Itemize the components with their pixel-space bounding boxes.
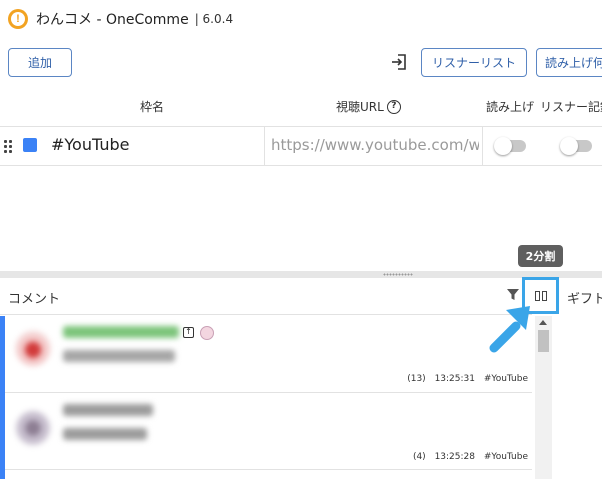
read-aloud-toggle[interactable] — [494, 137, 526, 155]
add-button[interactable]: 追加 — [8, 48, 72, 77]
column-header-read-aloud: 読み上げ — [486, 100, 535, 114]
comment-item[interactable]: (4) 13:25:28 #YouTube — [5, 394, 532, 468]
app-title: わんコメ - OneComme — [36, 12, 189, 28]
login-icon[interactable] — [389, 51, 409, 73]
app-logo-icon: ! — [8, 9, 28, 29]
column-header-listener-record: リスナー記録 — [540, 100, 602, 114]
comment-scrollbar[interactable] — [535, 316, 552, 479]
help-icon[interactable]: ? — [386, 99, 401, 114]
watch-url-label: 視聴URL — [336, 100, 384, 114]
row-divider — [0, 165, 602, 166]
comment-count: (13) — [407, 374, 426, 384]
gift-panel-title: ギフト — [567, 292, 602, 307]
comment-meta: (13) 13:25:31 #YouTube — [401, 374, 528, 384]
drag-handle-icon[interactable] — [4, 140, 12, 153]
commenter-avatar — [15, 410, 51, 446]
column-separator — [264, 127, 265, 165]
comment-item[interactable]: ↑ (13) 13:25:31 #YouTube — [5, 316, 532, 393]
scroll-thumb[interactable] — [538, 330, 549, 352]
comment-time: 13:25:28 — [434, 452, 475, 462]
comment-text-blurred — [63, 428, 147, 440]
listener-record-toggle[interactable] — [560, 137, 592, 155]
scroll-up-icon[interactable] — [539, 320, 547, 325]
frame-color-swatch[interactable] — [23, 138, 37, 152]
comment-count: (4) — [412, 452, 426, 462]
comment-panel-title: コメント — [8, 292, 61, 307]
column-separator — [482, 127, 483, 165]
filter-icon[interactable] — [507, 289, 519, 301]
column-header-watch-url: 視聴URL ? — [336, 98, 401, 115]
comment-divider — [5, 469, 532, 470]
frame-name-field[interactable]: #YouTube — [51, 135, 129, 154]
commenter-name-blurred — [63, 404, 153, 416]
panel-splitter[interactable] — [0, 271, 602, 278]
member-badge-icon: ↑ — [183, 327, 194, 338]
header-divider — [0, 126, 602, 127]
split-tooltip: 2分割 — [518, 245, 563, 267]
comment-frame: #YouTube — [483, 374, 528, 384]
comment-frame: #YouTube — [483, 452, 528, 462]
column-header-frame-name: 枠名 — [140, 100, 165, 114]
split-view-icon — [534, 290, 547, 301]
annotation-arrow-icon — [489, 306, 530, 353]
commenter-avatar — [15, 330, 51, 366]
panel-header-divider — [0, 314, 532, 315]
comment-meta: (4) 13:25:28 #YouTube — [407, 452, 528, 462]
app-version: | 6.0.4 — [194, 12, 234, 26]
comment-time: 13:25:31 — [434, 374, 475, 384]
splitter-grip-icon[interactable] — [383, 273, 413, 276]
listener-list-button[interactable]: リスナーリスト — [421, 48, 527, 77]
comment-divider — [5, 392, 532, 393]
commenter-name-blurred — [63, 326, 179, 338]
title-bar: ! わんコメ - OneComme | 6.0.4 — [0, 0, 602, 38]
read-aloud-settings-button[interactable]: 読み上げ何 — [536, 48, 602, 77]
sticker-icon — [200, 326, 214, 340]
comment-text-blurred — [63, 350, 175, 362]
watch-url-input[interactable]: https://www.youtube.com/watch — [271, 136, 479, 154]
